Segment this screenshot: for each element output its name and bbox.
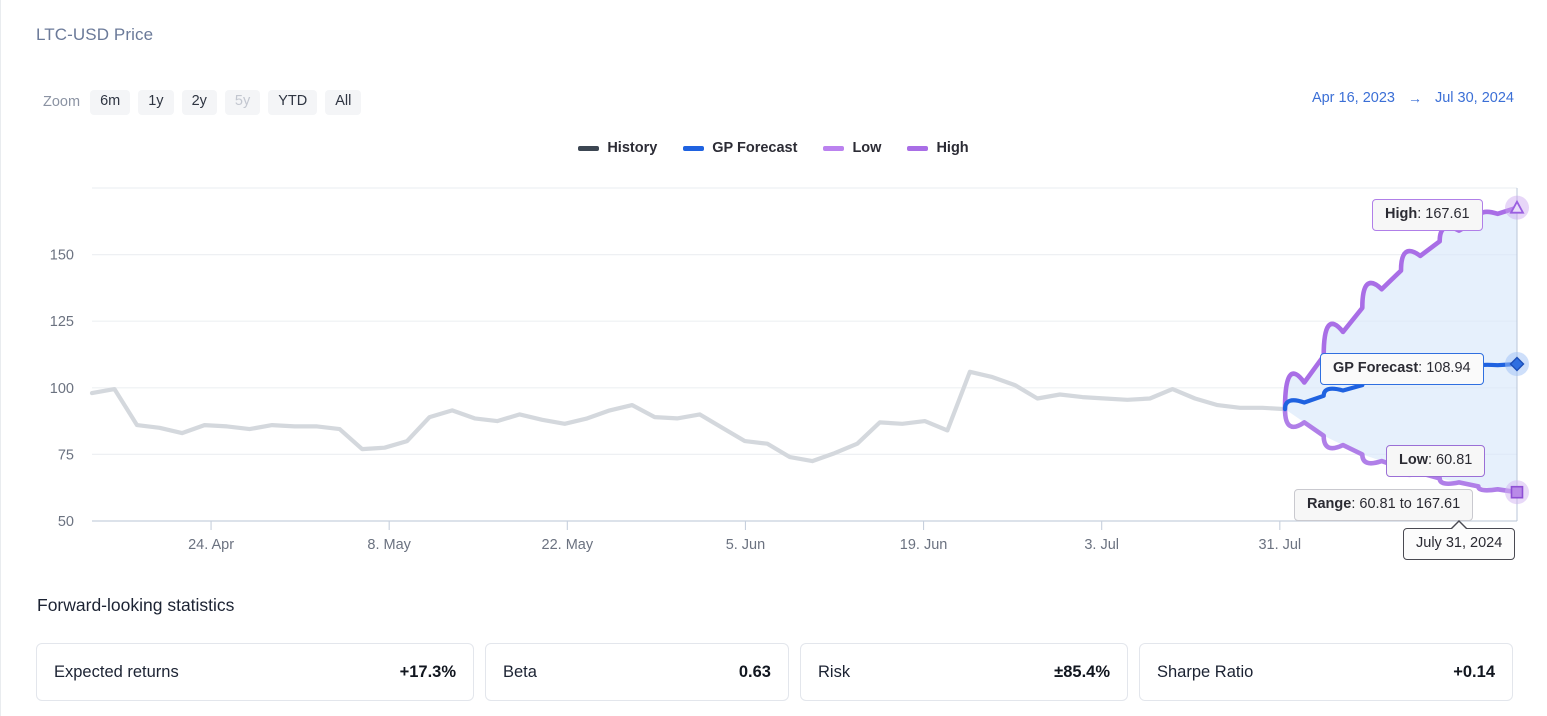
stat-card-risk: Risk ±85.4% xyxy=(800,643,1128,701)
date-range-end[interactable]: Jul 30, 2024 xyxy=(1435,90,1514,106)
stat-label-beta: Beta xyxy=(503,662,537,681)
stat-card-expected-returns: Expected returns +17.3% xyxy=(36,643,474,701)
svg-text:100: 100 xyxy=(50,381,74,397)
date-range-display: Apr 16, 2023 → Jul 30, 2024 xyxy=(1312,90,1514,106)
page-title: LTC-USD Price xyxy=(36,25,154,44)
legend-item-history[interactable]: History xyxy=(578,140,657,156)
tooltip-high: High: 167.61 xyxy=(1372,199,1483,232)
stat-value-risk: ±85.4% xyxy=(1054,662,1110,681)
tooltip-date: July 31, 2024 xyxy=(1403,520,1516,561)
stat-label-expected-returns: Expected returns xyxy=(54,662,179,681)
legend-swatch-low xyxy=(823,145,845,151)
stat-card-beta: Beta 0.63 xyxy=(485,643,789,701)
y-axis-tick-labels: 50 75 100 125 150 xyxy=(50,248,74,530)
tooltip-gp-key: GP Forecast xyxy=(1333,360,1419,376)
tooltip-range-key: Range xyxy=(1307,496,1352,512)
zoom-button-5y: 5y xyxy=(224,90,261,115)
chart-gridlines xyxy=(92,187,1517,522)
legend-label-low: Low xyxy=(852,140,882,156)
legend-item-gp-forecast[interactable]: GP Forecast xyxy=(683,140,797,156)
zoom-range-selector: Zoom 6m 1y 2y 5y YTD All xyxy=(43,90,362,115)
legend-swatch-high xyxy=(907,145,929,151)
stat-value-expected-returns: +17.3% xyxy=(399,662,456,681)
svg-text:22. May: 22. May xyxy=(542,537,594,553)
legend-label-high: High xyxy=(936,140,969,156)
svg-text:50: 50 xyxy=(58,514,74,530)
x-axis: 24. Apr 8. May 22. May 5. Jun 19. Jun 3. Jul 3… xyxy=(188,521,1466,553)
tooltip-low-value: : 60.81 xyxy=(1428,452,1473,468)
tooltip-date-arrow-inner xyxy=(1451,522,1468,530)
stats-card-row: Expected returns +17.3% Beta 0.63 Risk ±… xyxy=(36,643,1513,701)
tooltip-gp-value: : 108.94 xyxy=(1418,360,1471,376)
zoom-label: Zoom xyxy=(43,94,81,111)
stat-label-sharpe-ratio: Sharpe Ratio xyxy=(1157,662,1254,681)
legend-label-history: History xyxy=(607,140,658,156)
svg-text:125: 125 xyxy=(50,314,74,330)
zoom-button-6m[interactable]: 6m xyxy=(90,90,131,115)
tooltip-high-key: High xyxy=(1385,206,1418,222)
arrow-right-icon: → xyxy=(1407,90,1422,106)
svg-text:19. Jun: 19. Jun xyxy=(900,537,948,553)
zoom-button-ytd[interactable]: YTD xyxy=(268,90,318,115)
svg-text:24. Apr: 24. Apr xyxy=(188,537,234,553)
tooltip-high-value: : 167.61 xyxy=(1417,206,1470,222)
svg-text:8. May: 8. May xyxy=(367,537,411,553)
stat-card-sharpe-ratio: Sharpe Ratio +0.14 xyxy=(1139,643,1513,701)
zoom-button-2y[interactable]: 2y xyxy=(181,90,217,115)
tooltip-low: Low: 60.81 xyxy=(1386,445,1486,478)
forecast-chart-page: LTC-USD Price Zoom 6m 1y 2y 5y YTD All A… xyxy=(0,0,1547,716)
tooltip-low-key: Low xyxy=(1399,452,1428,468)
svg-text:150: 150 xyxy=(50,248,74,264)
tooltip-gp-forecast: GP Forecast: 108.94 xyxy=(1320,353,1484,386)
date-range-start[interactable]: Apr 16, 2023 xyxy=(1312,90,1395,106)
svg-text:75: 75 xyxy=(58,447,74,463)
legend-item-high[interactable]: High xyxy=(907,140,969,156)
svg-text:3. Jul: 3. Jul xyxy=(1084,537,1119,553)
tooltip-date-value: July 31, 2024 xyxy=(1416,535,1503,551)
legend-label-gp-forecast: GP Forecast xyxy=(712,140,798,156)
stat-label-risk: Risk xyxy=(818,662,851,681)
chart-series-lines xyxy=(89,205,1520,495)
zoom-button-1y[interactable]: 1y xyxy=(138,90,174,115)
stat-value-beta: 0.63 xyxy=(738,662,771,681)
legend-item-low[interactable]: Low xyxy=(823,140,881,156)
chart-legend: History GP Forecast Low High xyxy=(0,140,1547,156)
stat-value-sharpe-ratio: +0.14 xyxy=(1453,662,1495,681)
tooltip-range-value: : 60.81 to 167.61 xyxy=(1351,496,1461,512)
tooltip-range: Range: 60.81 to 167.61 xyxy=(1294,489,1474,522)
svg-text:31. Jul: 31. Jul xyxy=(1258,537,1301,553)
svg-text:5. Jun: 5. Jun xyxy=(726,537,766,553)
stats-section-title: Forward-looking statistics xyxy=(37,595,235,615)
zoom-button-all[interactable]: All xyxy=(325,90,362,115)
legend-swatch-history xyxy=(578,145,600,151)
legend-swatch-gp-forecast xyxy=(683,145,705,151)
